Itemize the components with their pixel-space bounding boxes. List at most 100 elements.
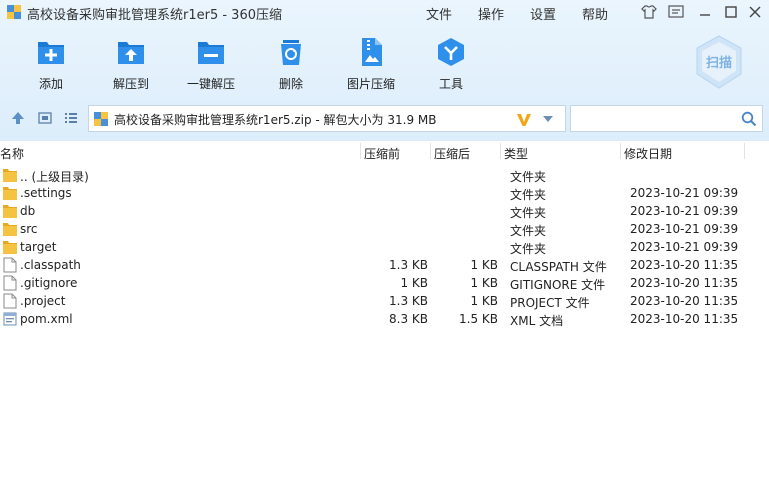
delete-label: 删除 (278, 77, 303, 91)
file-icon (3, 257, 17, 273)
file-row[interactable]: .. (上级目录) 文件夹 (0, 166, 769, 184)
menu-settings[interactable]: 设置 (530, 4, 556, 23)
folder-icon (3, 187, 17, 200)
column-after[interactable]: 压缩后 (434, 145, 470, 162)
file-name: .classpath (20, 258, 81, 272)
list-view-icon[interactable] (63, 110, 79, 126)
file-name: .. (上级目录) (20, 170, 89, 184)
search-icon[interactable] (741, 111, 757, 127)
file-date: 2023-10-20 11:35 (630, 294, 739, 308)
address-bar[interactable]: 高校设备采购审批管理系统r1er5.zip - 解包大小为 31.9 MB (88, 105, 566, 132)
file-icon (3, 293, 17, 309)
file-row[interactable]: .gitignore 1 KB 1 KB GITIGNORE 文件 2023-1… (0, 274, 769, 292)
file-type: CLASSPATH 文件 (510, 260, 607, 274)
feedback-icon[interactable] (667, 3, 685, 21)
tools-icon (438, 38, 464, 66)
column-divider[interactable] (500, 143, 501, 159)
tools-label: 工具 (438, 77, 463, 91)
file-name: .settings (20, 186, 72, 200)
add-icon (38, 42, 64, 64)
column-divider[interactable] (360, 143, 361, 159)
verified-v-icon[interactable] (516, 111, 532, 127)
scan-label: 扫描 (706, 55, 732, 71)
file-size-before: 1.3 KB (389, 294, 428, 308)
file-date: 2023-10-20 11:35 (630, 312, 739, 326)
maximize-icon[interactable] (722, 3, 740, 21)
zip-archive-icon (94, 112, 108, 126)
image-compress-button[interactable]: 图片压缩 (331, 36, 411, 96)
file-size-before: 1 KB (400, 276, 428, 290)
file-size-before: 1.3 KB (389, 258, 428, 272)
column-divider[interactable] (430, 143, 431, 159)
menu-operation[interactable]: 操作 (478, 4, 504, 23)
one-click-extract-icon (198, 42, 224, 64)
extract-to-label: 解压到 (112, 77, 149, 91)
file-name: .project (20, 294, 66, 308)
folder-icon (3, 169, 17, 182)
search-input[interactable] (570, 105, 763, 132)
menu-file[interactable]: 文件 (426, 4, 452, 23)
delete-icon (281, 40, 301, 65)
file-size-after: 1 KB (470, 258, 498, 272)
image-compress-icon (362, 38, 382, 66)
file-list-header: 名称 压缩前 压缩后 类型 修改日期 (0, 141, 769, 163)
column-type[interactable]: 类型 (504, 145, 528, 162)
file-date: 2023-10-20 11:35 (630, 276, 739, 290)
column-divider[interactable] (620, 143, 621, 159)
extract-to-button[interactable]: 解压到 (91, 36, 171, 96)
file-size-after: 1 KB (470, 294, 498, 308)
add-label: 添加 (38, 77, 63, 91)
menu-help[interactable]: 帮助 (582, 4, 608, 23)
file-row[interactable]: pom.xml 8.3 KB 1.5 KB XML 文档 2023-10-20 … (0, 310, 769, 328)
file-type: 文件夹 (510, 242, 547, 256)
title-bar: 高校设备采购审批管理系统r1er5 - 360压缩 文件 操作 设置 帮助 (0, 0, 769, 26)
window-title: 高校设备采购审批管理系统r1er5 - 360压缩 (27, 8, 282, 23)
file-name: .gitignore (20, 276, 78, 290)
add-button[interactable]: 添加 (11, 36, 91, 96)
file-date: 2023-10-21 09:39 (630, 186, 739, 200)
column-date[interactable]: 修改日期 (624, 145, 672, 162)
skin-icon[interactable] (640, 3, 658, 21)
column-before[interactable]: 压缩前 (364, 145, 400, 162)
file-date: 2023-10-21 09:39 (630, 204, 739, 218)
file-type: 文件夹 (510, 188, 547, 202)
xml-file-icon (3, 312, 17, 326)
chevron-down-icon[interactable] (542, 114, 554, 124)
scan-button[interactable]: 扫描 (693, 34, 745, 92)
top-panel: 高校设备采购审批管理系统r1er5 - 360压缩 文件 操作 设置 帮助 添加… (0, 0, 769, 141)
file-size-before: 8.3 KB (389, 312, 428, 326)
folder-icon (3, 223, 17, 236)
file-type: PROJECT 文件 (510, 296, 590, 310)
file-icon (3, 275, 17, 291)
file-type: XML 文档 (510, 314, 564, 328)
file-name: pom.xml (20, 312, 73, 326)
up-arrow-icon[interactable] (10, 110, 26, 126)
file-row[interactable]: .classpath 1.3 KB 1 KB CLASSPATH 文件 2023… (0, 256, 769, 274)
file-size-after: 1 KB (470, 276, 498, 290)
one-click-extract-button[interactable]: 一键解压 (171, 36, 251, 96)
tools-button[interactable]: 工具 (411, 36, 491, 96)
folder-icon (3, 241, 17, 254)
file-type: 文件夹 (510, 206, 547, 220)
extract-to-icon (118, 42, 144, 64)
delete-button[interactable]: 删除 (251, 36, 331, 96)
file-name: src (20, 222, 38, 236)
minimize-icon[interactable] (696, 3, 714, 21)
file-row[interactable]: .project 1.3 KB 1 KB PROJECT 文件 2023-10-… (0, 292, 769, 310)
thumbnail-view-icon[interactable] (37, 110, 53, 126)
file-row[interactable]: db 文件夹 2023-10-21 09:39 (0, 202, 769, 220)
scan-shield-icon: 扫描 (696, 35, 742, 89)
column-divider[interactable] (744, 143, 745, 159)
file-row[interactable]: src 文件夹 2023-10-21 09:39 (0, 220, 769, 238)
file-row[interactable]: target 文件夹 2023-10-21 09:39 (0, 238, 769, 256)
file-date: 2023-10-21 09:39 (630, 222, 739, 236)
column-name[interactable]: 名称 (0, 145, 24, 162)
image-compress-label: 图片压缩 (346, 77, 395, 91)
one-click-extract-label: 一键解压 (186, 77, 235, 91)
file-date: 2023-10-20 11:35 (630, 258, 739, 272)
file-type: 文件夹 (510, 170, 547, 184)
file-row[interactable]: .settings 文件夹 2023-10-21 09:39 (0, 184, 769, 202)
folder-icon (3, 205, 17, 218)
close-icon[interactable] (746, 3, 764, 21)
file-name: target (20, 240, 57, 254)
